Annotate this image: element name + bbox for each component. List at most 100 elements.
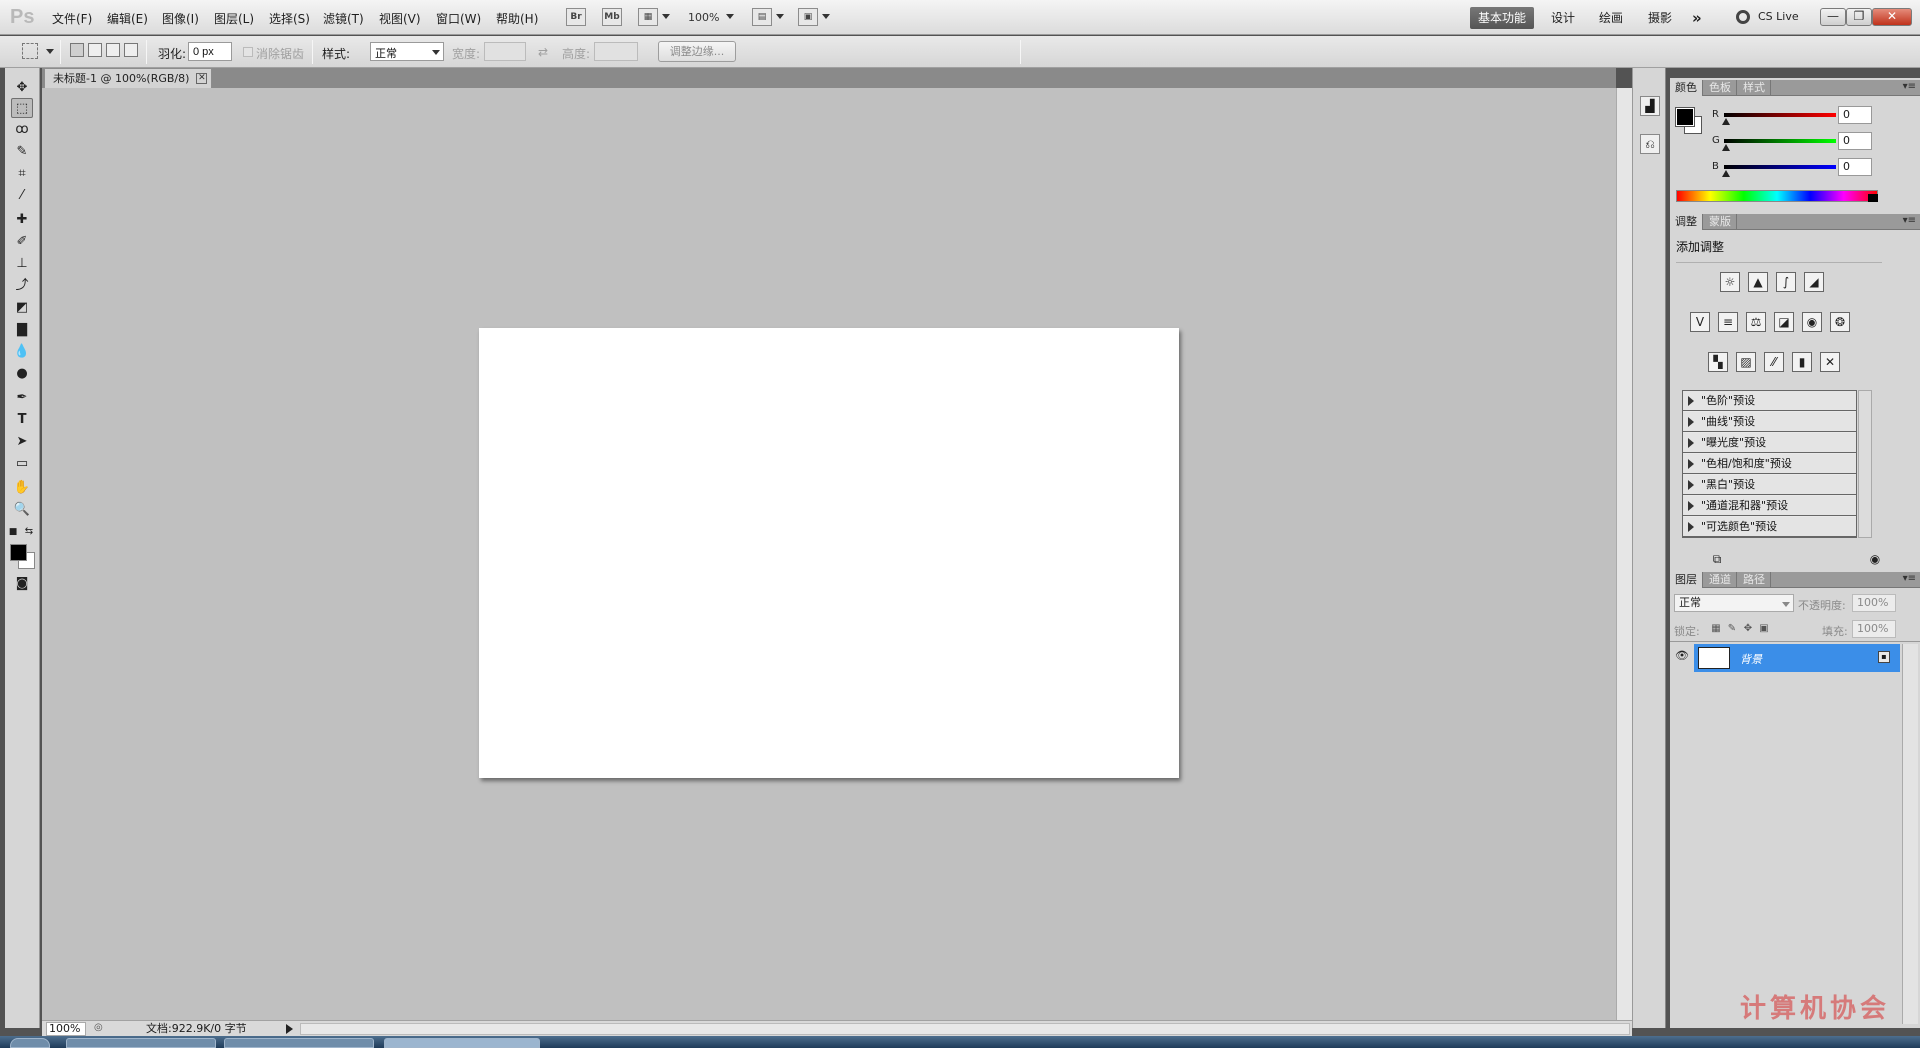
presets-scrollbar[interactable]: [1858, 390, 1872, 538]
tab-channels[interactable]: 通道: [1704, 572, 1737, 588]
status-menu-arrow-icon[interactable]: [286, 1024, 293, 1034]
workspace-design-button[interactable]: 设计: [1543, 7, 1583, 29]
tab-masks[interactable]: 蒙版: [1704, 214, 1737, 230]
expand-triangle-icon[interactable]: [1688, 480, 1694, 490]
panel-menu-icon[interactable]: ▾≡: [1903, 215, 1916, 226]
histogram-icon[interactable]: ▟: [1640, 96, 1660, 116]
foreground-color-swatch[interactable]: [10, 544, 27, 561]
list-item[interactable]: "黑白"预设: [1683, 475, 1856, 495]
chevron-down-icon[interactable]: [776, 14, 784, 19]
chevron-down-icon[interactable]: [1782, 602, 1790, 607]
swap-icon[interactable]: ⇄: [538, 45, 548, 59]
quick-selection-tool-icon[interactable]: ✎: [11, 142, 33, 162]
tab-styles[interactable]: 样式: [1738, 80, 1771, 96]
chevron-down-icon[interactable]: [432, 50, 440, 55]
gradient-tool-icon[interactable]: ▇: [11, 320, 33, 340]
menu-edit[interactable]: 编辑(E): [107, 10, 148, 27]
expand-triangle-icon[interactable]: [1688, 417, 1694, 427]
width-input[interactable]: [484, 42, 526, 61]
shape-tool-icon[interactable]: ▭: [11, 454, 33, 474]
tab-paths[interactable]: 路径: [1738, 572, 1771, 588]
gradient-map-icon[interactable]: ▮: [1792, 352, 1812, 372]
black-white-icon[interactable]: ◪: [1774, 312, 1794, 332]
menu-window[interactable]: 窗口(W): [436, 10, 481, 27]
list-item[interactable]: "色相/饱和度"预设: [1683, 454, 1856, 474]
fill-field[interactable]: 100%: [1852, 620, 1896, 638]
expand-triangle-icon[interactable]: [1688, 396, 1694, 406]
restore-button[interactable]: ❐: [1846, 8, 1872, 26]
close-icon[interactable]: ✕: [196, 73, 208, 84]
curves-icon[interactable]: ∫: [1776, 272, 1796, 292]
lock-all-icon[interactable]: ▣: [1758, 623, 1770, 635]
exposure-icon[interactable]: ◢: [1804, 272, 1824, 292]
taskbar-item-active[interactable]: [384, 1038, 540, 1048]
expand-triangle-icon[interactable]: [1688, 522, 1694, 532]
history-icon[interactable]: ⎌: [1640, 134, 1660, 154]
move-tool-icon[interactable]: ✥: [11, 78, 33, 98]
canvas-area[interactable]: [42, 88, 1616, 1020]
menu-image[interactable]: 图像(I): [162, 10, 199, 27]
mini-bridge-button[interactable]: Mb: [602, 8, 622, 26]
tab-color[interactable]: 颜色: [1670, 80, 1703, 96]
workspace-photography-button[interactable]: 摄影: [1640, 7, 1680, 29]
lock-pixels-icon[interactable]: ✎: [1726, 623, 1738, 635]
menu-view[interactable]: 视图(V): [379, 10, 421, 27]
horizontal-scrollbar[interactable]: [300, 1023, 1630, 1035]
posterize-icon[interactable]: ▨: [1736, 352, 1756, 372]
chevron-down-icon[interactable]: [726, 14, 734, 19]
list-item[interactable]: "通道混和器"预设: [1683, 496, 1856, 516]
list-item[interactable]: "色阶"预设: [1683, 391, 1856, 411]
screen-mode-button[interactable]: ▣: [798, 8, 818, 26]
list-item[interactable]: "曲线"预设: [1683, 412, 1856, 432]
default-colors-icon[interactable]: ■: [7, 522, 19, 542]
menu-filter[interactable]: 滤镜(T): [323, 10, 364, 27]
blue-slider-thumb[interactable]: [1722, 170, 1730, 177]
intersect-selection-icon[interactable]: [124, 43, 138, 57]
expand-triangle-icon[interactable]: [1688, 459, 1694, 469]
minimize-button[interactable]: —: [1820, 8, 1846, 26]
new-selection-icon[interactable]: [70, 43, 84, 57]
hue-saturation-icon[interactable]: ≡: [1718, 312, 1738, 332]
status-zoom-field[interactable]: 100%: [46, 1022, 86, 1036]
workspace-more-button[interactable]: »: [1684, 7, 1710, 29]
eraser-tool-icon[interactable]: ◩: [11, 298, 33, 318]
arrange-documents-button[interactable]: ▤: [752, 8, 772, 26]
vibrance-icon[interactable]: V: [1690, 312, 1710, 332]
swap-colors-icon[interactable]: ⇆: [23, 522, 35, 542]
menu-file[interactable]: 文件(F): [52, 10, 92, 27]
zoom-tool-icon[interactable]: 🔍: [11, 500, 33, 520]
blur-tool-icon[interactable]: 💧: [11, 342, 33, 362]
document-tab[interactable]: 未标题-1 @ 100%(RGB/8) ✕: [44, 68, 213, 88]
refine-edge-button[interactable]: 调整边缘...: [658, 41, 736, 62]
green-slider-thumb[interactable]: [1722, 144, 1730, 151]
bridge-button[interactable]: Br: [566, 8, 586, 26]
healing-brush-tool-icon[interactable]: ✚: [11, 210, 33, 230]
selective-color-icon[interactable]: ✕: [1820, 352, 1840, 372]
panel-foreground-swatch[interactable]: [1675, 107, 1695, 127]
list-item[interactable]: "曝光度"预设: [1683, 433, 1856, 453]
add-to-selection-icon[interactable]: [88, 43, 102, 57]
feather-input[interactable]: [188, 42, 232, 61]
marquee-preset-icon[interactable]: [22, 43, 38, 59]
green-slider[interactable]: [1724, 139, 1836, 143]
color-spectrum-bar[interactable]: [1676, 190, 1878, 202]
menu-select[interactable]: 选择(S): [269, 10, 310, 27]
threshold-icon[interactable]: ⁄⁄: [1764, 352, 1784, 372]
marquee-tool-icon[interactable]: ⬚: [11, 98, 33, 118]
clone-stamp-tool-icon[interactable]: ⊥: [11, 254, 33, 274]
channel-mixer-icon[interactable]: ❂: [1830, 312, 1850, 332]
layers-scrollbar[interactable]: [1902, 644, 1918, 1024]
visibility-eye-icon[interactable]: 👁: [1674, 649, 1690, 663]
antialias-checkbox[interactable]: [243, 47, 253, 57]
adjustment-options-icon[interactable]: ◉: [1866, 552, 1884, 566]
cslive-menu[interactable]: CS Live: [1758, 10, 1799, 23]
path-selection-tool-icon[interactable]: ➤: [11, 432, 33, 452]
taskbar-item[interactable]: [66, 1038, 216, 1048]
menu-layer[interactable]: 图层(L): [214, 10, 254, 27]
chevron-down-icon[interactable]: [46, 49, 54, 54]
crop-tool-icon[interactable]: ⌗: [11, 164, 33, 184]
start-button[interactable]: [10, 1038, 50, 1048]
pen-tool-icon[interactable]: ✒: [11, 388, 33, 408]
panel-menu-icon[interactable]: ▾≡: [1903, 573, 1916, 584]
vertical-scrollbar[interactable]: [1616, 88, 1632, 1020]
